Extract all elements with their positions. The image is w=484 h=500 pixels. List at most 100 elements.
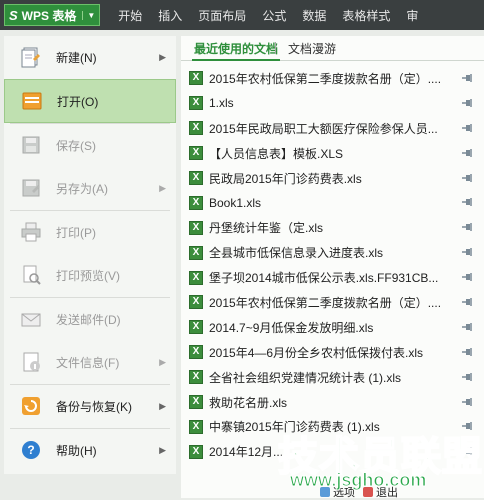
recent-file-item[interactable]: X 堡子坝2014城市低保公示表.xls.FF931CB... xyxy=(181,265,484,290)
svg-text:?: ? xyxy=(27,443,34,457)
tab-home[interactable]: 开始 xyxy=(118,7,142,24)
pin-icon[interactable] xyxy=(461,197,473,207)
menu-item-backup-restore[interactable]: 备份与恢复(K) ▶ xyxy=(4,385,176,428)
pin-icon[interactable] xyxy=(461,173,473,183)
chevron-right-icon: ▶ xyxy=(159,400,166,411)
recent-file-item[interactable]: X 全县城市低保信息录入进度表.xls xyxy=(181,240,484,265)
pin-icon[interactable] xyxy=(461,421,473,431)
excel-file-icon: X xyxy=(189,345,203,360)
pin-icon[interactable] xyxy=(461,347,473,357)
pin-icon[interactable] xyxy=(461,446,473,456)
recent-file-item[interactable]: X 2015年农村低保第二季度拨款名册（定）.... xyxy=(181,290,484,315)
file-name: 【人员信息表】模板.XLS xyxy=(209,146,344,161)
pin-icon[interactable] xyxy=(461,272,473,282)
menu-item-label: 发送邮件(D) xyxy=(56,312,121,327)
menu-item-open[interactable]: 打开(O) xyxy=(4,79,176,123)
pin-icon[interactable] xyxy=(461,247,473,257)
file-name: 丹堡统计年鉴（定.xls xyxy=(209,221,324,236)
menu-item-file-info[interactable]: 文件信息(F) ▶ xyxy=(4,341,176,384)
file-name: 2015年4—6月份全乡农村低保拨付表.xls xyxy=(209,345,424,360)
pin-icon[interactable] xyxy=(461,397,473,407)
tab-page-layout[interactable]: 页面布局 xyxy=(198,7,246,24)
wps-logo-icon: S xyxy=(9,7,18,23)
recent-file-item[interactable]: X 【人员信息表】模板.XLS xyxy=(181,141,484,166)
recent-file-item[interactable]: X 2015年农村低保第二季度拨款名册（定）.... xyxy=(181,66,484,91)
recent-file-item[interactable]: X 全省社会组织党建情况统计表 (1).xls xyxy=(181,365,484,390)
save-as-icon xyxy=(20,177,42,199)
chevron-down-icon: ▼ xyxy=(82,10,95,20)
menu-item-label: 打印(P) xyxy=(56,225,96,240)
save-icon xyxy=(20,134,42,156)
app-title: WPS 表格 xyxy=(21,8,77,23)
file-name: 2015年农村低保第二季度拨款名册（定）.... xyxy=(209,71,442,86)
help-icon: ? xyxy=(20,439,42,461)
chevron-right-icon: ▶ xyxy=(159,356,166,367)
tab-recent-documents[interactable]: 最近使用的文档 xyxy=(191,40,281,61)
menu-item-print-preview[interactable]: 打印预览(V) xyxy=(4,254,176,297)
excel-file-icon: X xyxy=(189,320,203,335)
excel-file-icon: X xyxy=(189,395,203,410)
tab-insert[interactable]: 插入 xyxy=(158,7,182,24)
file-name: 救助花名册.xls xyxy=(209,395,288,410)
pin-icon[interactable] xyxy=(461,73,473,83)
excel-file-icon: X xyxy=(189,121,203,136)
file-name: 1.xls xyxy=(209,96,234,111)
tab-document-roaming[interactable]: 文档漫游 xyxy=(288,40,336,57)
new-doc-icon xyxy=(20,46,42,68)
recent-file-item[interactable]: X 2015年4—6月份全乡农村低保拨付表.xls xyxy=(181,340,484,365)
tab-formula[interactable]: 公式 xyxy=(262,7,286,24)
tab-data[interactable]: 数据 xyxy=(302,7,326,24)
chevron-right-icon: ▶ xyxy=(159,51,166,62)
backup-icon xyxy=(20,395,42,417)
ribbon-menu-bar: S WPS 表格 ▼ 开始 插入 页面布局 公式 数据 表格样式 审 xyxy=(0,0,484,30)
info-icon xyxy=(20,351,42,373)
print-icon xyxy=(20,221,42,243)
pin-icon[interactable] xyxy=(461,222,473,232)
file-name: 堡子坝2014城市低保公示表.xls.FF931CB... xyxy=(209,271,439,286)
menu-item-send-mail[interactable]: 发送邮件(D) xyxy=(4,298,176,341)
menu-item-label: 另存为(A) xyxy=(56,181,108,196)
pin-icon[interactable] xyxy=(461,297,473,307)
recent-file-item[interactable]: X 2014.7~9月低保金发放明细.xls xyxy=(181,315,484,340)
mail-icon xyxy=(20,308,42,330)
tab-review[interactable]: 审 xyxy=(406,7,418,24)
recent-file-item[interactable]: X 民政局2015年门诊药费表.xls xyxy=(181,166,484,191)
excel-file-icon: X xyxy=(189,419,203,434)
menu-item-save-as[interactable]: 另存为(A) ▶ xyxy=(4,167,176,210)
file-name: 2015年民政局职工大额医疗保险参保人员... xyxy=(209,121,438,136)
file-name: 中寨镇2015年门诊药费表 (1).xls xyxy=(209,420,380,435)
recent-file-item[interactable]: X 救助花名册.xls xyxy=(181,390,484,415)
excel-file-icon: X xyxy=(189,220,203,235)
menu-item-label: 新建(N) xyxy=(56,50,97,65)
tab-table-style[interactable]: 表格样式 xyxy=(342,7,390,24)
pin-icon[interactable] xyxy=(461,98,473,108)
excel-file-icon: X xyxy=(189,295,203,310)
chevron-right-icon: ▶ xyxy=(159,444,166,455)
recent-file-item[interactable]: X 2015年民政局职工大额医疗保险参保人员... xyxy=(181,116,484,141)
exit-icon xyxy=(363,487,373,497)
recent-file-item[interactable]: X Book1.xls xyxy=(181,190,484,215)
recent-tabs: 最近使用的文档 文档漫游 xyxy=(181,36,484,61)
pin-icon[interactable] xyxy=(461,148,473,158)
menu-item-save[interactable]: 保存(S) xyxy=(4,124,176,167)
pin-icon[interactable] xyxy=(461,372,473,382)
menu-item-help[interactable]: ? 帮助(H) ▶ xyxy=(4,429,176,472)
wps-app-menu-button[interactable]: S WPS 表格 ▼ xyxy=(4,4,101,26)
file-name: 2014年12月... xyxy=(209,445,284,460)
excel-file-icon: X xyxy=(189,444,203,459)
file-name: 2014.7~9月低保金发放明细.xls xyxy=(209,320,374,335)
recent-file-item[interactable]: X 丹堡统计年鉴（定.xls xyxy=(181,215,484,240)
pin-icon[interactable] xyxy=(461,123,473,133)
excel-file-icon: X xyxy=(189,245,203,260)
file-name: 民政局2015年门诊药费表.xls xyxy=(209,171,362,186)
file-name: 2015年农村低保第二季度拨款名册（定）.... xyxy=(209,295,442,310)
pin-icon[interactable] xyxy=(461,322,473,332)
recent-file-item[interactable]: X 2014年12月... xyxy=(181,439,484,464)
excel-file-icon: X xyxy=(189,96,203,111)
recent-file-list: X 2015年农村低保第二季度拨款名册（定）.... X 1.xls X 2015年民政局… xyxy=(181,66,484,464)
menu-item-new[interactable]: 新建(N) ▶ xyxy=(4,36,176,79)
file-name: 全省社会组织党建情况统计表 (1).xls xyxy=(209,370,402,385)
recent-file-item[interactable]: X 1.xls xyxy=(181,91,484,116)
recent-file-item[interactable]: X 中寨镇2015年门诊药费表 (1).xls xyxy=(181,414,484,439)
menu-item-print[interactable]: 打印(P) xyxy=(4,211,176,254)
